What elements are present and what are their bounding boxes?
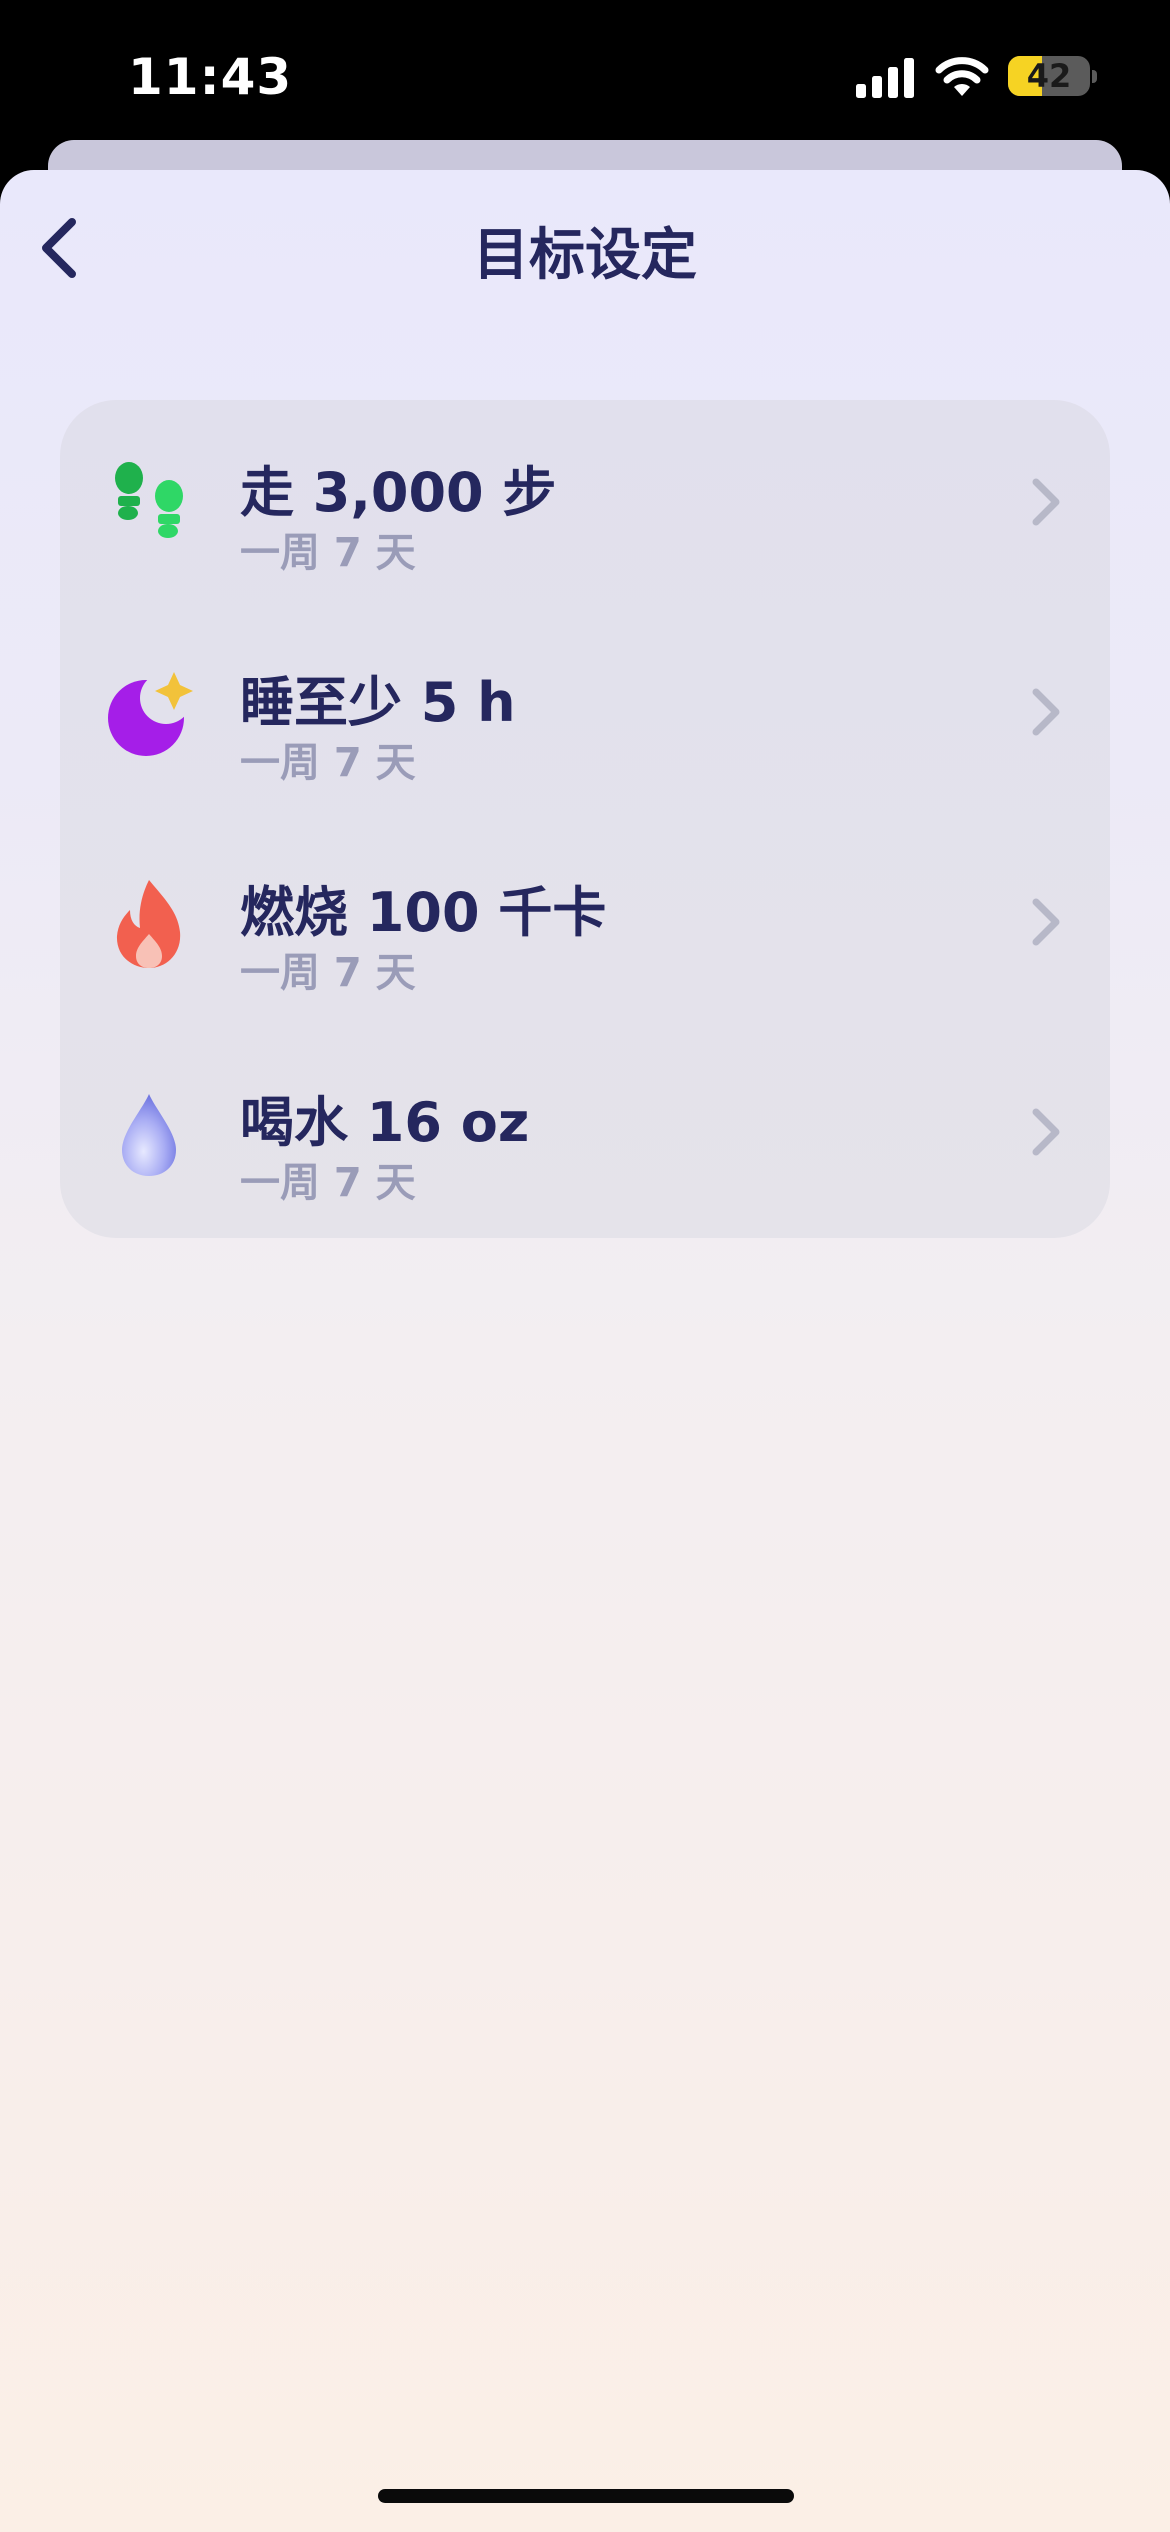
water-drop-icon <box>122 1094 176 1176</box>
goal-frequency: 一周 7 天 <box>240 530 416 576</box>
chevron-right-icon <box>1032 478 1060 526</box>
goal-frequency: 一周 7 天 <box>240 950 416 996</box>
goal-title: 走 3,000 步 <box>240 461 557 524</box>
battery-level: 42 <box>1026 57 1072 95</box>
cellular-signal-icon <box>856 58 914 98</box>
chevron-right-icon <box>1032 688 1060 736</box>
battery-indicator: 42 <box>1008 56 1090 96</box>
goal-row-water[interactable]: 喝水 16 oz 一周 7 天 <box>60 1030 1110 1240</box>
page-title: 目标设定 <box>473 223 697 288</box>
goal-row-steps[interactable]: 走 3,000 步 一周 7 天 <box>60 400 1110 610</box>
chevron-right-icon <box>1032 1108 1060 1156</box>
flame-icon <box>116 880 181 968</box>
status-time: 11:43 <box>128 48 293 106</box>
goal-title: 燃烧 100 千卡 <box>240 881 607 944</box>
goals-card: 走 3,000 步 一周 7 天 睡至少 5 h 一周 7 天 燃烧 100 千… <box>60 400 1110 1238</box>
moon-star-icon <box>108 672 193 756</box>
chevron-right-icon <box>1032 898 1060 946</box>
home-indicator <box>378 2489 794 2503</box>
battery-cap <box>1092 70 1097 83</box>
status-bar: 11:43 42 <box>0 0 1170 150</box>
goal-row-calories[interactable]: 燃烧 100 千卡 一周 7 天 <box>60 820 1110 1030</box>
goal-frequency: 一周 7 天 <box>240 740 416 786</box>
footsteps-icon <box>115 462 183 538</box>
goal-title: 喝水 16 oz <box>240 1091 530 1154</box>
goal-title: 睡至少 5 h <box>240 671 516 734</box>
goal-frequency: 一周 7 天 <box>240 1160 416 1206</box>
goal-row-sleep[interactable]: 睡至少 5 h 一周 7 天 <box>60 610 1110 820</box>
wifi-icon <box>935 57 989 96</box>
